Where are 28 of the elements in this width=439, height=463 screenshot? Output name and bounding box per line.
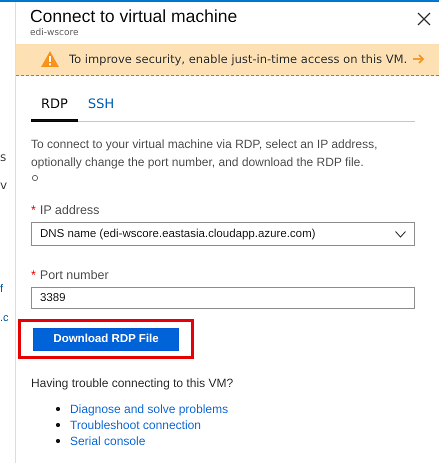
background-text: s: [0, 150, 6, 164]
help-link[interactable]: Diagnose and solve problems: [70, 402, 228, 416]
description-text: To connect to your virtual machine via RDP, select an IP address, optionally change the port number, and download the RDP file.: [31, 136, 378, 171]
download-rdp-button[interactable]: Download RDP File: [33, 328, 179, 350]
chevron-down-icon: [395, 230, 406, 238]
field-label: IP address: [40, 203, 100, 217]
circle-icon: [32, 175, 38, 181]
bullet-icon: [56, 406, 60, 410]
background-text: v: [0, 178, 8, 192]
field-label: Port number: [40, 268, 109, 282]
warning-icon: [41, 51, 59, 67]
banner-message: To improve security, enable just-in-time access on this VM.: [69, 52, 408, 66]
ip-address-dropdown[interactable]: DNS name (edi-wscore.eastasia.cloudapp.azure.com): [31, 222, 415, 246]
window-title: Connect to virtual machine: [30, 6, 238, 27]
required-mark: *: [31, 268, 36, 282]
window-subtitle: edi-wscore: [30, 28, 80, 38]
tab[interactable]: SSH: [78, 95, 124, 122]
background-text: .c: [0, 312, 9, 324]
close-icon[interactable]: [417, 12, 431, 26]
port-number-field[interactable]: 3389: [31, 287, 415, 309]
required-mark: *: [31, 203, 36, 217]
bullet-icon: [56, 422, 60, 426]
help-link[interactable]: Troubleshoot connection: [70, 418, 201, 432]
bullet-icon: [56, 438, 60, 442]
help-heading: Having trouble connecting to this VM?: [31, 376, 234, 390]
tab[interactable]: RDP: [31, 95, 78, 122]
help-link[interactable]: Serial console: [70, 434, 146, 448]
background-text: f: [0, 283, 4, 295]
